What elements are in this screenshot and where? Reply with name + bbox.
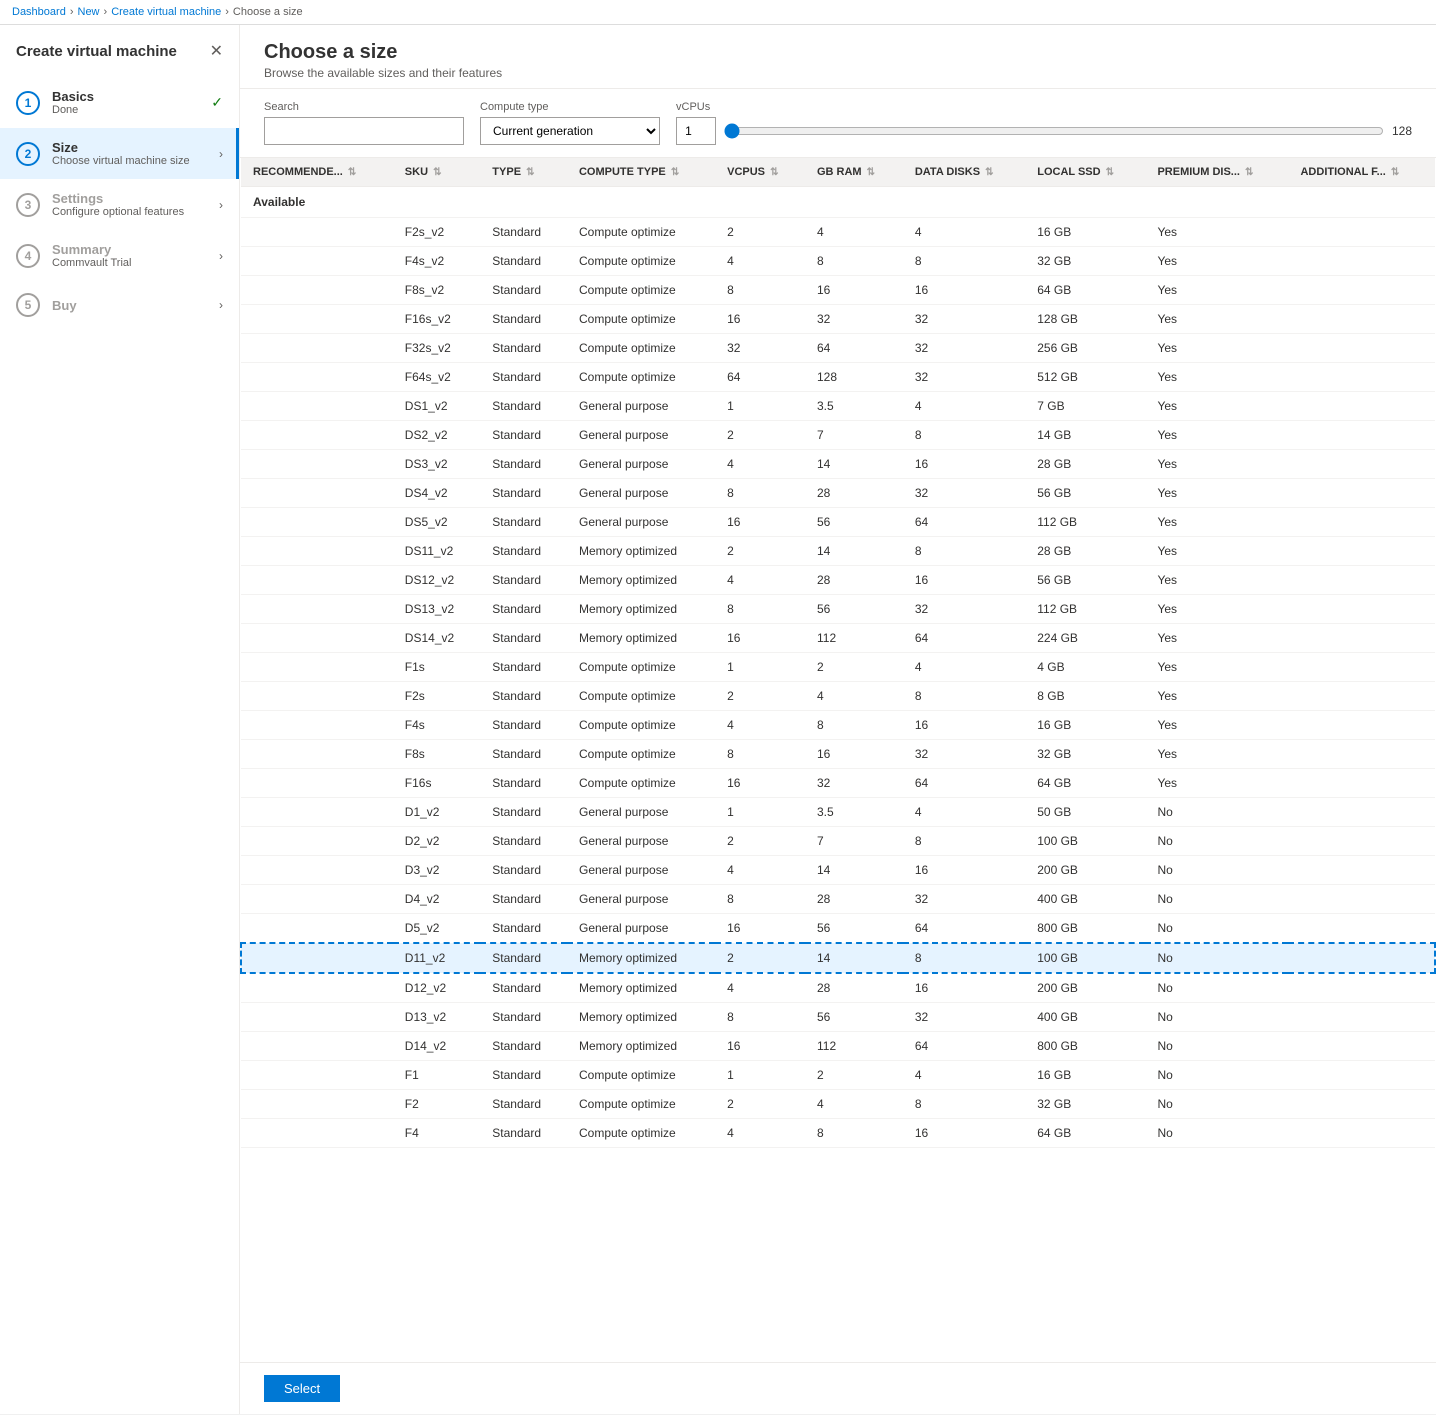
table-row[interactable]: F32s_v2StandardCompute optimize326432256… [241,334,1435,363]
breadcrumb-current: Choose a size [233,6,303,18]
col-data-disks[interactable]: DATA DISKS ⇅ [903,158,1025,187]
filter-bar: Search Compute type Current generation A… [240,89,1436,158]
vcpu-label: vCPUs [676,101,1412,113]
vcpu-min-input[interactable] [676,117,716,145]
table-row[interactable]: DS2_v2StandardGeneral purpose27814 GBYes [241,421,1435,450]
col-gb-ram[interactable]: GB RAM ⇅ [805,158,903,187]
step-sub-settings: Configure optional features [52,206,215,218]
table-row[interactable]: DS1_v2StandardGeneral purpose13.547 GBYe… [241,392,1435,421]
table-row[interactable]: F8s_v2StandardCompute optimize8161664 GB… [241,276,1435,305]
table-row[interactable]: D14_v2StandardMemory optimized1611264800… [241,1032,1435,1061]
close-button[interactable]: ✕ [210,41,223,61]
content-header: Choose a size Browse the available sizes… [240,25,1436,89]
step-name-settings: Settings [52,191,215,206]
table-row[interactable]: F8sStandardCompute optimize8163232 GBYes [241,740,1435,769]
table-row[interactable]: F16sStandardCompute optimize16326464 GBY… [241,769,1435,798]
size-table: RECOMMENDE... ⇅ SKU ⇅ TYPE ⇅ COMPUTE TYP… [240,158,1436,1148]
sidebar-item-settings[interactable]: 3 Settings Configure optional features › [0,179,239,230]
page-subtitle: Browse the available sizes and their fea… [264,66,1412,80]
table-row[interactable]: F1sStandardCompute optimize1244 GBYes [241,653,1435,682]
step-number-basics: 1 [16,91,40,115]
table-row[interactable]: D4_v2StandardGeneral purpose82832400 GBN… [241,885,1435,914]
table-row[interactable]: F4s_v2StandardCompute optimize48832 GBYe… [241,247,1435,276]
sidebar: Create virtual machine ✕ 1 Basics Done ✓… [0,25,240,1414]
sidebar-item-basics[interactable]: 1 Basics Done ✓ [0,77,239,128]
table-row[interactable]: DS13_v2StandardMemory optimized85632112 … [241,595,1435,624]
main-content: Choose a size Browse the available sizes… [240,25,1436,1414]
col-sku[interactable]: SKU ⇅ [393,158,481,187]
step-sub-size: Choose virtual machine size [52,155,215,167]
table-row[interactable]: D1_v2StandardGeneral purpose13.5450 GBNo [241,798,1435,827]
sidebar-item-size[interactable]: 2 Size Choose virtual machine size › [0,128,239,179]
table-row[interactable]: D2_v2StandardGeneral purpose278100 GBNo [241,827,1435,856]
step-sub-summary: Commvault Trial [52,257,215,269]
sidebar-item-summary[interactable]: 4 Summary Commvault Trial › [0,230,239,281]
table-row[interactable]: F4StandardCompute optimize481664 GBNo [241,1119,1435,1148]
col-vcpus[interactable]: VCPUS ⇅ [715,158,805,187]
step-number-size: 2 [16,142,40,166]
vcpu-slider[interactable] [724,123,1384,139]
breadcrumb: Dashboard › New › Create virtual machine… [0,0,1436,25]
step-name-summary: Summary [52,242,215,257]
chevron-right-icon-buy: › [219,298,223,312]
table-row[interactable]: DS3_v2StandardGeneral purpose4141628 GBY… [241,450,1435,479]
select-button[interactable]: Select [264,1375,340,1402]
chevron-right-icon-size: › [219,147,223,161]
table-row[interactable]: F64s_v2StandardCompute optimize641283251… [241,363,1435,392]
footer: Select [240,1362,1436,1414]
table-row[interactable]: DS4_v2StandardGeneral purpose8283256 GBY… [241,479,1435,508]
table-row[interactable]: DS14_v2StandardMemory optimized161126422… [241,624,1435,653]
table-row[interactable]: D12_v2StandardMemory optimized42816200 G… [241,973,1435,1003]
table-header-row: RECOMMENDE... ⇅ SKU ⇅ TYPE ⇅ COMPUTE TYP… [241,158,1435,187]
search-input[interactable] [264,117,464,145]
step-name-basics: Basics [52,89,203,104]
table-row[interactable]: DS11_v2StandardMemory optimized214828 GB… [241,537,1435,566]
vcpu-max-label: 128 [1392,124,1412,138]
table-row[interactable]: F1StandardCompute optimize12416 GBNo [241,1061,1435,1090]
search-label: Search [264,101,464,113]
chevron-right-icon-summary: › [219,249,223,263]
step-name-buy: Buy [52,298,215,313]
sidebar-title: Create virtual machine [16,43,177,60]
compute-type-select[interactable]: Current generation All generations Previ… [480,117,660,145]
col-type[interactable]: TYPE ⇅ [480,158,567,187]
table-row[interactable]: D3_v2StandardGeneral purpose41416200 GBN… [241,856,1435,885]
breadcrumb-create-vm[interactable]: Create virtual machine [111,6,221,18]
size-table-container: RECOMMENDE... ⇅ SKU ⇅ TYPE ⇅ COMPUTE TYP… [240,158,1436,1362]
page-title: Choose a size [264,41,1412,64]
breadcrumb-new[interactable]: New [78,6,100,18]
table-row[interactable]: D11_v2StandardMemory optimized2148100 GB… [241,943,1435,973]
step-name-size: Size [52,140,215,155]
table-row[interactable]: F16s_v2StandardCompute optimize163232128… [241,305,1435,334]
step-number-buy: 5 [16,293,40,317]
table-row[interactable]: DS12_v2StandardMemory optimized4281656 G… [241,566,1435,595]
col-additional-f[interactable]: ADDITIONAL F... ⇅ [1288,158,1435,187]
col-compute-type[interactable]: COMPUTE TYPE ⇅ [567,158,715,187]
table-body: AvailableF2s_v2StandardCompute optimize2… [241,187,1435,1148]
compute-type-label: Compute type [480,101,660,113]
chevron-right-icon-settings: › [219,198,223,212]
col-local-ssd[interactable]: LOCAL SSD ⇅ [1025,158,1145,187]
table-row[interactable]: F4sStandardCompute optimize481616 GBYes [241,711,1435,740]
table-row[interactable]: D5_v2StandardGeneral purpose165664800 GB… [241,914,1435,944]
col-premium-dis[interactable]: PREMIUM DIS... ⇅ [1145,158,1288,187]
breadcrumb-dashboard[interactable]: Dashboard [12,6,66,18]
table-row[interactable]: F2sStandardCompute optimize2488 GBYes [241,682,1435,711]
step-sub-basics: Done [52,104,203,116]
sidebar-item-buy[interactable]: 5 Buy › [0,281,239,329]
step-number-summary: 4 [16,244,40,268]
check-icon-basics: ✓ [211,94,223,111]
step-number-settings: 3 [16,193,40,217]
table-row[interactable]: F2StandardCompute optimize24832 GBNo [241,1090,1435,1119]
table-row[interactable]: DS5_v2StandardGeneral purpose165664112 G… [241,508,1435,537]
col-recommended[interactable]: RECOMMENDE... ⇅ [241,158,393,187]
table-row[interactable]: F2s_v2StandardCompute optimize24416 GBYe… [241,218,1435,247]
table-row[interactable]: D13_v2StandardMemory optimized85632400 G… [241,1003,1435,1032]
